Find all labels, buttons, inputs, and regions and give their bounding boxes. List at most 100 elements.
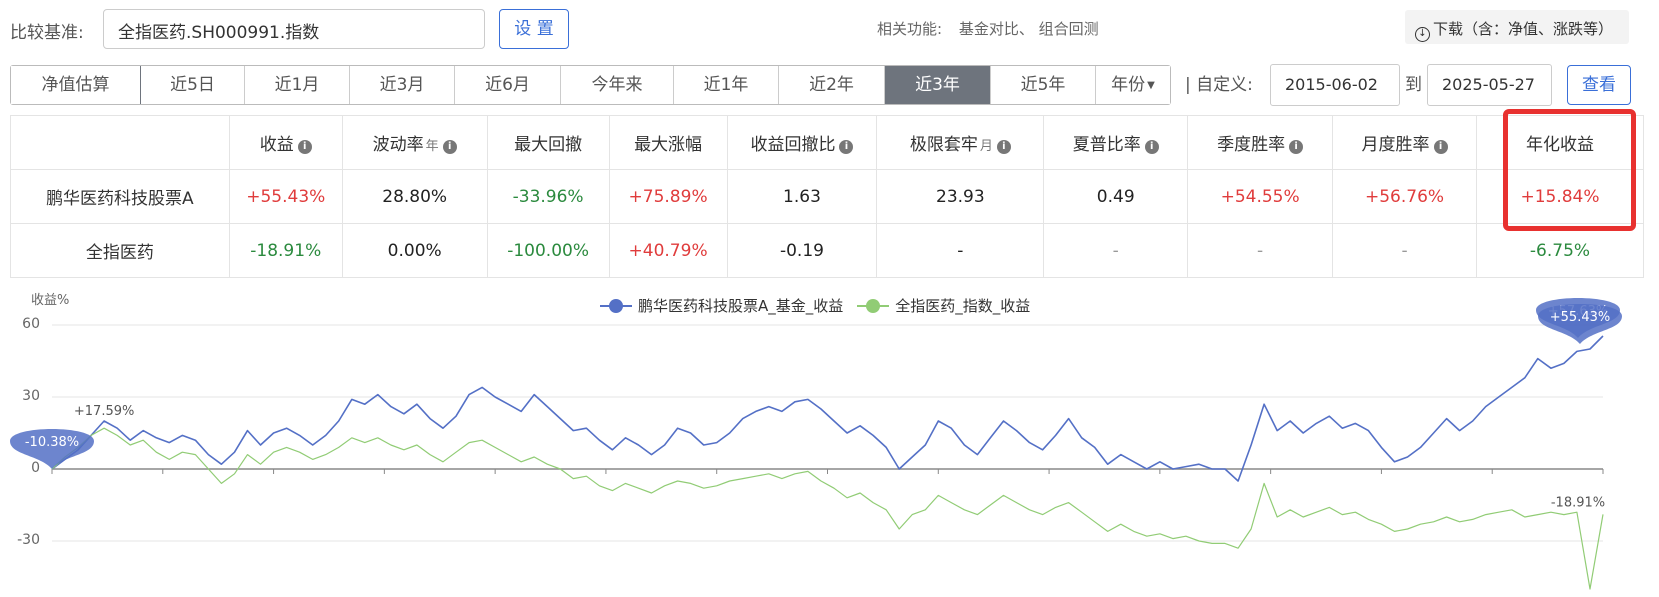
header-label: 收益回撤比 (750, 135, 836, 155)
table-cell: -6.75% (1476, 223, 1644, 278)
header-label: 波动率 (372, 135, 424, 155)
last-pin: +55.43% (1538, 303, 1622, 344)
series-line-index (51, 427, 1604, 590)
view-button[interactable]: 查看 (1567, 65, 1631, 105)
header-label: 夏普比率 (1072, 135, 1141, 155)
table-header-cell[interactable]: 夏普比率 i (1043, 115, 1189, 170)
related-functions: 相关功能: 基金对比、 组合回测 (877, 18, 1099, 39)
tab-3m[interactable]: 近3月 (350, 66, 455, 104)
index-last-label: -18.91% (1551, 495, 1605, 510)
legend-marker-index (857, 298, 890, 313)
row-name: 鹏华医药科技股票A (10, 169, 230, 224)
related-prefix: 相关功能: (877, 20, 943, 38)
tab-1m[interactable]: 近1月 (245, 66, 350, 104)
header-label: 收益 (259, 135, 294, 155)
max-pin-label: +57.63% (1548, 304, 1608, 319)
info-icon[interactable]: i (839, 140, 854, 154)
y-axis-title: 收益% (31, 293, 70, 308)
stats-table: 收益 i 波动率年 i 最大回撤 最大涨幅 收益回撤比 i 极限套牢月 i 夏普比率 i 季度胜率 i 月度… (10, 115, 1644, 278)
table-cell: +55.43% (228, 169, 343, 224)
table-row: 鹏华医药科技股票A +55.43% 28.80% -33.96% +75.89% 1.63… (10, 169, 1644, 224)
info-icon[interactable]: i (1144, 140, 1159, 154)
table-header-cell: 最大回撤 (486, 115, 610, 170)
info-icon[interactable]: i (1289, 140, 1304, 154)
header-unit: 年 (425, 139, 439, 154)
download-icon: ↓ (1415, 27, 1430, 42)
legend-item-fund[interactable]: 鹏华医药科技股票A_基金_收益 (600, 295, 843, 316)
header-label: 极限套牢 (909, 135, 978, 155)
download-button[interactable]: ↓ 下载（含：净值、涨跌等） (1405, 10, 1629, 44)
tab-ytd[interactable]: 今年来 (561, 66, 674, 104)
row-name: 全指医药 (10, 223, 230, 278)
y-tick-label: 30 (22, 388, 40, 404)
highlight-box (1503, 109, 1636, 231)
table-header-cell[interactable]: 波动率年 i (341, 115, 488, 170)
compare-benchmark-input[interactable]: 全指医药.SH000991.指数 (103, 9, 485, 49)
table-header-cell: 最大涨幅 (608, 115, 728, 170)
header-label: 最大涨幅 (634, 135, 703, 155)
table-header-cell[interactable]: 极限套牢月 i (876, 115, 1045, 170)
set-button[interactable]: 设 置 (499, 9, 569, 49)
header-unit: 月 (979, 139, 993, 154)
tab-5y[interactable]: 近5年 (991, 66, 1096, 104)
tab-1y[interactable]: 近1年 (674, 66, 779, 104)
max-label-early: +17.59% (74, 404, 134, 419)
info-icon[interactable]: i (442, 140, 457, 154)
tab-6m[interactable]: 近6月 (455, 66, 561, 104)
table-cell: +75.89% (608, 169, 728, 224)
table-row: 全指医药 -18.91% 0.00% -100.00% +40.79% -0.19- - - -… (10, 223, 1644, 278)
legend-item-index[interactable]: 全指医药_指数_收益 (857, 295, 1030, 316)
info-icon[interactable]: i (1433, 140, 1448, 154)
table-cell: - (1043, 223, 1189, 278)
table-cell: -18.91% (228, 223, 343, 278)
table-header-cell[interactable]: 收益回撤比 i (726, 115, 878, 170)
tab-year-label: 年份 (1111, 75, 1146, 95)
table-cell: +40.79% (608, 223, 728, 278)
table-cell: 0.00% (341, 223, 488, 278)
table-header-cell (10, 115, 230, 170)
related-link-portfolio-backtest[interactable]: 组合回测 (1039, 20, 1099, 38)
y-tick-label: -30 (17, 532, 40, 548)
header-label: 最大回撤 (514, 135, 583, 155)
info-icon[interactable]: i (297, 140, 312, 154)
table-cell: -100.00% (486, 223, 610, 278)
last-pin-label: +55.43% (1550, 310, 1610, 325)
tab-nav-estimate[interactable]: 净值估算 (11, 66, 141, 104)
header-label: 月度胜率 (1361, 135, 1430, 155)
download-label: 下载（含：净值、涨跌等） (1433, 20, 1614, 38)
table-header-cell[interactable]: 季度胜率 i (1187, 115, 1334, 170)
tab-2y[interactable]: 近2年 (779, 66, 885, 104)
max-pin: +57.63% (1536, 297, 1620, 338)
table-cell: 28.80% (341, 169, 488, 224)
compare-label: 比较基准: (10, 23, 84, 43)
table-header-cell[interactable]: 收益 i (228, 115, 343, 170)
tab-3y[interactable]: 近3年 (885, 66, 991, 104)
custom-range-label: | 自定义: (1185, 75, 1253, 95)
to-label: 到 (1405, 75, 1422, 95)
y-tick-label: 60 (22, 316, 40, 332)
table-cell: -33.96% (486, 169, 610, 224)
chart-legend: 鹏华医药科技股票A_基金_收益 全指医药_指数_收益 (600, 295, 1030, 316)
legend-marker-fund (600, 298, 632, 313)
period-tabs: 净值估算 近5日 近1月 近3月 近6月 今年来 近1年 近2年 近3年 近5年… (10, 65, 1171, 105)
table-header-row: 收益 i 波动率年 i 最大回撤 最大涨幅 收益回撤比 i 极限套牢月 i 夏普比率 i 季度胜率 i 月度… (10, 115, 1644, 170)
related-link-fund-compare[interactable]: 基金对比、 (959, 20, 1034, 38)
min-pin-label: -10.38% (25, 435, 79, 450)
caret-down-icon: ▼ (1147, 80, 1155, 91)
toolbar: 比较基准: 全指医药.SH000991.指数 设 置 相关功能: 基金对比、 组… (0, 0, 1659, 58)
info-icon[interactable]: i (996, 140, 1011, 154)
table-cell: -0.19 (726, 223, 878, 278)
start-date-input[interactable]: 2015-06-02 (1270, 64, 1400, 106)
header-label: 季度胜率 (1217, 135, 1286, 155)
legend-label-index: 全指医药_指数_收益 (895, 297, 1031, 315)
table-cell: 0.49 (1043, 169, 1189, 224)
table-cell: - (876, 223, 1045, 278)
table-cell: - (1187, 223, 1334, 278)
table-header-cell[interactable]: 月度胜率 i (1332, 115, 1477, 170)
tab-year-dropdown[interactable]: 年份 ▼ (1096, 66, 1170, 104)
tab-5d[interactable]: 近5日 (141, 66, 245, 104)
end-date-input[interactable]: 2025-05-27 (1427, 64, 1552, 106)
table-cell: 1.63 (726, 169, 878, 224)
table-cell: +56.76% (1332, 169, 1477, 224)
y-tick-label: 0 (31, 460, 40, 476)
